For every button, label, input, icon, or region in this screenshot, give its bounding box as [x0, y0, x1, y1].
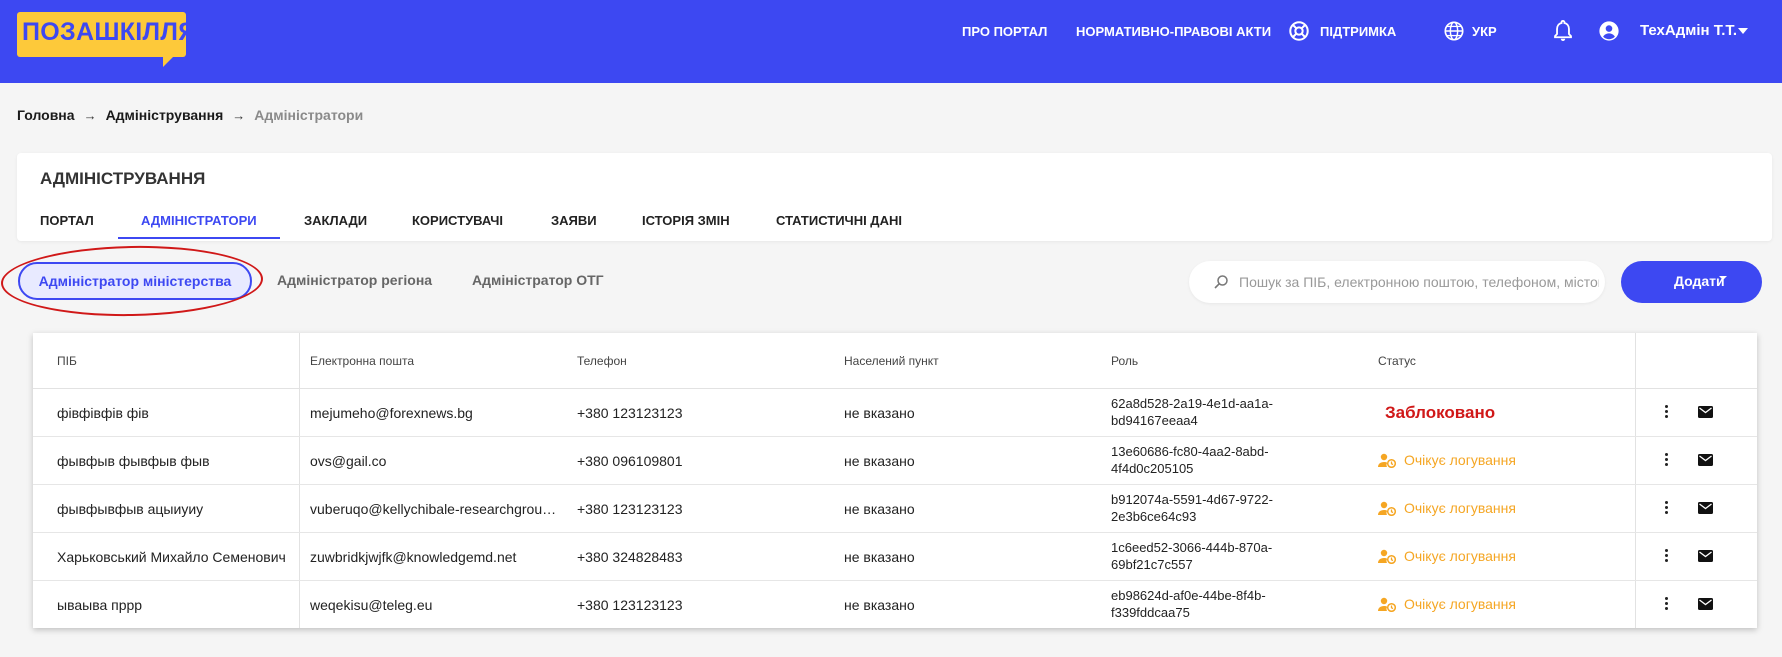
- logo-text: ПОЗАШКІЛЛЯ: [22, 18, 197, 46]
- cell-name: фывфыв фывфыв фыв: [57, 453, 210, 469]
- bell-icon[interactable]: [1552, 19, 1574, 43]
- account-circle-icon[interactable]: [1598, 20, 1620, 42]
- subtab-community-admin[interactable]: Адміністратор ОТГ: [472, 272, 604, 288]
- status-badge: Очікує логування: [1378, 596, 1516, 612]
- globe-icon[interactable]: [1443, 20, 1465, 42]
- cell-city: не вказано: [844, 405, 915, 421]
- portal-logo[interactable]: ПОЗАШКІЛЛЯ: [17, 12, 196, 67]
- cell-role: b912074a-5591-4d67-9722-2e3b6ce64c93: [1111, 492, 1273, 524]
- status-text: Очікує логування: [1404, 548, 1516, 564]
- cell-name: фывфывфыв ацыиуиу: [57, 501, 204, 517]
- breadcrumb-home[interactable]: Головна: [17, 107, 75, 123]
- cell-role: 13e60686-fc80-4aa2-8abd-4f4d0c205105: [1111, 444, 1269, 476]
- mail-icon[interactable]: [1698, 406, 1713, 418]
- cell-email: weqekisu@teleg.eu: [310, 597, 433, 613]
- status-badge: Очікує логування: [1378, 500, 1516, 516]
- user-name[interactable]: ТехАдмін Т.Т.: [1640, 22, 1737, 39]
- breadcrumb: Головна → Адміністрування → Адміністрато…: [17, 107, 363, 123]
- more-vert-icon[interactable]: [1663, 452, 1669, 470]
- active-tab-indicator: [118, 237, 280, 239]
- table-row[interactable]: фывфывфыв ацыиуиу vuberuqo@kellychibale-…: [33, 485, 1757, 533]
- arrow-right-icon: →: [232, 107, 246, 123]
- subtab-ministry-admin[interactable]: Адміністратор міністерства: [18, 262, 252, 300]
- table-row[interactable]: фівфівфів фів mejumeho@forexnews.bg +380…: [33, 389, 1757, 437]
- search-input[interactable]: [1239, 271, 1599, 293]
- user-clock-icon: [1378, 501, 1396, 516]
- cell-phone: +380 123123123: [577, 501, 683, 517]
- search-icon: [1214, 275, 1228, 289]
- column-header-phone[interactable]: Телефон: [577, 354, 627, 368]
- mail-icon[interactable]: [1698, 598, 1713, 610]
- cell-city: не вказано: [844, 597, 915, 613]
- cell-phone: +380 123123123: [577, 405, 683, 421]
- mail-icon[interactable]: [1698, 454, 1713, 466]
- column-header-email[interactable]: Електронна пошта: [310, 354, 414, 368]
- more-vert-icon[interactable]: [1663, 596, 1669, 614]
- column-header-name[interactable]: ПІБ: [57, 354, 77, 368]
- top-header: ПОЗАШКІЛЛЯ ПРО ПОРТАЛ НОРМАТИВНО-ПРАВОВІ…: [0, 0, 1782, 83]
- breadcrumb-administration[interactable]: Адміністрування: [106, 107, 224, 123]
- column-header-city[interactable]: Населений пункт: [844, 354, 939, 368]
- add-button[interactable]: Додати: [1621, 261, 1762, 303]
- page-title: АДМІНІСТРУВАННЯ: [40, 169, 206, 188]
- cell-city: не вказано: [844, 549, 915, 565]
- table-row[interactable]: Харьковський Михайло Семенович zuwbridkj…: [33, 533, 1757, 581]
- status-badge: Очікує логування: [1378, 548, 1516, 564]
- user-clock-icon: [1378, 453, 1396, 468]
- tab-applications[interactable]: ЗАЯВИ: [551, 213, 597, 228]
- mail-icon[interactable]: [1698, 550, 1713, 562]
- cell-phone: +380 324828483: [577, 549, 683, 565]
- cell-email: ovs@gail.co: [310, 453, 387, 469]
- administrators-table: ПІБ Електронна пошта Телефон Населений п…: [33, 333, 1757, 628]
- tab-administrators[interactable]: АДМІНІСТРАТОРИ: [141, 213, 257, 228]
- table-row[interactable]: ываыва пррр weqekisu@teleg.eu +380 12312…: [33, 581, 1757, 629]
- lifebuoy-icon[interactable]: [1288, 20, 1310, 42]
- tab-institutions[interactable]: ЗАКЛАДИ: [304, 213, 367, 228]
- nav-legal[interactable]: НОРМАТИВНО-ПРАВОВІ АКТИ: [1076, 24, 1271, 39]
- cell-email: vuberuqo@kellychibale-researchgroup-uct.…: [310, 501, 560, 517]
- nav-about[interactable]: ПРО ПОРТАЛ: [962, 24, 1047, 39]
- tab-change-history[interactable]: ІСТОРІЯ ЗМІН: [642, 213, 730, 228]
- cell-phone: +380 123123123: [577, 597, 683, 613]
- status-text: Очікує логування: [1404, 452, 1516, 468]
- status-text: Очікує логування: [1404, 500, 1516, 516]
- mail-icon[interactable]: [1698, 502, 1713, 514]
- cell-name: фівфівфів фів: [57, 405, 149, 421]
- breadcrumb-current: Адміністратори: [254, 107, 364, 123]
- language-selector[interactable]: УКР: [1472, 24, 1497, 39]
- cell-name: ываыва пррр: [57, 597, 143, 613]
- administration-panel: АДМІНІСТРУВАННЯ ПОРТАЛ АДМІНІСТРАТОРИ ЗА…: [17, 153, 1772, 241]
- cell-phone: +380 096109801: [577, 453, 683, 469]
- cell-role: 1c6eed52-3066-444b-870a-69bf21c7c557: [1111, 540, 1273, 572]
- cell-city: не вказано: [844, 453, 915, 469]
- user-clock-icon: [1378, 597, 1396, 612]
- more-vert-icon[interactable]: [1663, 548, 1669, 566]
- status-badge: Очікує логування: [1378, 452, 1516, 468]
- table-row[interactable]: фывфыв фывфыв фыв ovs@gail.co +380 09610…: [33, 437, 1757, 485]
- add-button-label: Додати: [1674, 273, 1725, 289]
- tab-users[interactable]: КОРИСТУВАЧІ: [412, 213, 503, 228]
- column-header-status[interactable]: Статус: [1378, 354, 1416, 368]
- status-badge: Заблоковано: [1385, 403, 1496, 422]
- more-vert-icon[interactable]: [1663, 500, 1669, 518]
- chevron-down-icon: [1719, 276, 1727, 280]
- tab-statistics[interactable]: СТАТИСТИЧНІ ДАНІ: [776, 213, 902, 228]
- tab-portal[interactable]: ПОРТАЛ: [40, 213, 94, 228]
- cell-city: не вказано: [844, 501, 915, 517]
- nav-support[interactable]: ПІДТРИМКА: [1320, 24, 1396, 39]
- chevron-down-icon[interactable]: [1738, 28, 1748, 34]
- subtab-region-admin[interactable]: Адміністратор регіона: [277, 272, 432, 288]
- cell-role: eb98624d-af0e-44be-8f4b-f339fddcaa75: [1111, 588, 1266, 620]
- more-vert-icon[interactable]: [1663, 404, 1669, 422]
- user-clock-icon: [1378, 549, 1396, 564]
- status-text: Очікує логування: [1404, 596, 1516, 612]
- search-box: [1189, 261, 1605, 303]
- cell-role: 62a8d528-2a19-4e1d-aa1a-bd94167eeaa4: [1111, 396, 1273, 428]
- arrow-right-icon: →: [83, 107, 97, 123]
- column-header-role[interactable]: Роль: [1111, 354, 1138, 368]
- cell-email: zuwbridkjwjfk@knowledgemd.net: [310, 549, 517, 565]
- cell-email: mejumeho@forexnews.bg: [310, 405, 473, 421]
- cell-name: Харьковський Михайло Семенович: [57, 549, 286, 565]
